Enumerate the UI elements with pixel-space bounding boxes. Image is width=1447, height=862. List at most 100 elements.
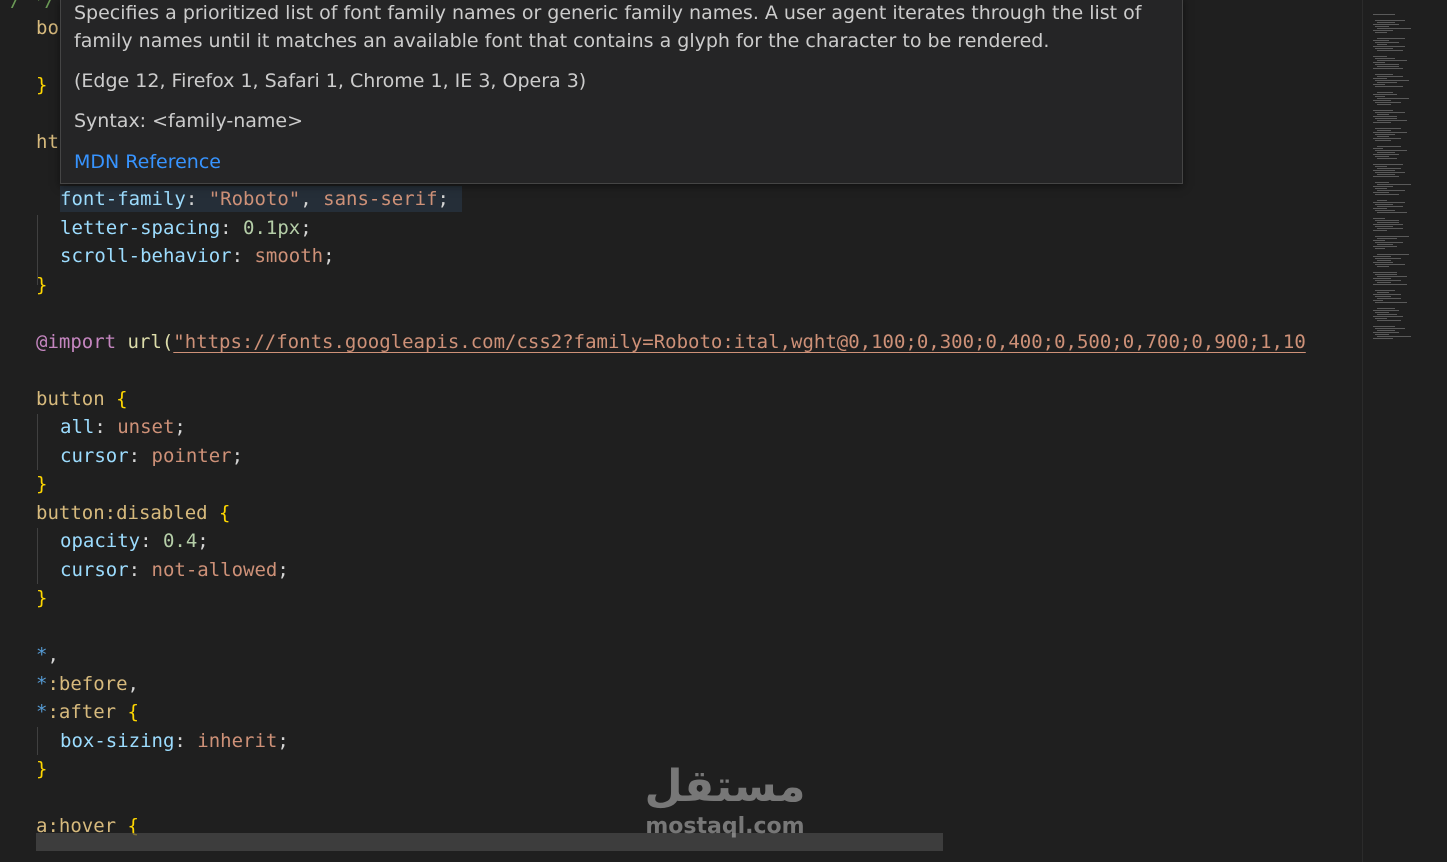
- minimap-line: [1373, 62, 1385, 63]
- minimap-line: [1373, 138, 1401, 139]
- code-line-button-disabled-selector[interactable]: button:disabled {: [0, 499, 231, 527]
- minimap-line: [1375, 166, 1387, 167]
- minimap-line: [1375, 188, 1387, 189]
- minimap-line: [1375, 194, 1399, 195]
- code-line-letter-spacing[interactable]: letter-spacing: 0.1px;: [0, 214, 312, 242]
- minimap-line: [1375, 204, 1393, 205]
- minimap-line: [1377, 50, 1403, 51]
- code-line-comment[interactable]: / */: [0, 0, 56, 14]
- minimap-line: [1377, 238, 1397, 239]
- code-line-all[interactable]: all: unset;: [0, 413, 186, 441]
- minimap-line: [1375, 74, 1393, 75]
- minimap-line: [1375, 80, 1409, 81]
- code-line-opacity[interactable]: opacity: 0.4;: [0, 527, 209, 555]
- minimap-line: [1373, 94, 1397, 95]
- minimap-line: [1375, 112, 1405, 113]
- minimap-line: [1373, 46, 1405, 47]
- minimap-line: [1377, 146, 1401, 147]
- code-line-button-selector[interactable]: button {: [0, 385, 128, 413]
- minimap-line: [1375, 156, 1389, 157]
- minimap-line: [1373, 40, 1389, 41]
- minimap-line: [1375, 102, 1401, 103]
- minimap-line: [1373, 240, 1385, 241]
- code-line-universal-before[interactable]: *:before,: [0, 670, 139, 698]
- minimap-line: [1377, 282, 1391, 283]
- minimap-line: [1377, 336, 1411, 337]
- code-line-body-selector[interactable]: bo: [0, 14, 59, 42]
- minimap-line: [1375, 264, 1405, 265]
- minimap-line: [1373, 122, 1391, 123]
- code-line-cursor-not-allowed[interactable]: cursor: not-allowed;: [0, 556, 289, 584]
- minimap-line: [1373, 272, 1397, 273]
- code-line-cursor-pointer[interactable]: cursor: pointer;: [0, 442, 243, 470]
- minimap-line: [1373, 208, 1387, 209]
- code-line-button-close[interactable]: }: [0, 470, 47, 498]
- minimap-line: [1377, 190, 1405, 191]
- code-line-import[interactable]: @import url("https://fonts.googleapis.co…: [0, 328, 1306, 356]
- minimap-line: [1375, 210, 1395, 211]
- minimap-line: [1373, 316, 1403, 317]
- minimap-line: [1373, 246, 1397, 247]
- minimap[interactable]: [1362, 0, 1447, 862]
- minimap-line: [1375, 318, 1387, 319]
- minimap-line: [1377, 114, 1389, 115]
- minimap-line: [1373, 132, 1407, 133]
- minimap-line: [1373, 278, 1391, 279]
- hover-tooltip: Specifies a prioritized list of font fam…: [60, 0, 1183, 184]
- minimap-line: [1377, 320, 1401, 321]
- minimap-line: [1375, 226, 1393, 227]
- minimap-line: [1377, 28, 1411, 29]
- html-selector: ht: [36, 131, 59, 153]
- minimap-line: [1377, 228, 1403, 229]
- minimap-line: [1377, 330, 1395, 331]
- minimap-line: [1377, 136, 1389, 137]
- minimap-line: [1375, 172, 1405, 173]
- minimap-line: [1377, 120, 1407, 121]
- minimap-line: [1373, 154, 1399, 155]
- minimap-line: [1373, 262, 1393, 263]
- minimap-line: [1373, 192, 1389, 193]
- minimap-line: [1377, 98, 1409, 99]
- code-line-font-family[interactable]: font-family: "Roboto", sans-serif;: [0, 185, 449, 213]
- minimap-line: [1373, 326, 1395, 327]
- minimap-line: [1375, 42, 1399, 43]
- code-line-universal-close[interactable]: }: [0, 755, 47, 783]
- minimap-line: [1373, 186, 1393, 187]
- minimap-line: [1375, 140, 1391, 141]
- minimap-line: [1373, 56, 1387, 57]
- minimap-line: [1375, 58, 1395, 59]
- minimap-line: [1375, 96, 1385, 97]
- minimap-line: [1373, 294, 1401, 295]
- minimap-line: [1375, 328, 1405, 329]
- minimap-line: [1375, 296, 1391, 297]
- minimap-line: [1375, 64, 1399, 65]
- code-line-button-disabled-close[interactable]: }: [0, 584, 47, 612]
- minimap-line: [1375, 86, 1403, 87]
- code-line-body-close[interactable]: }: [0, 71, 47, 99]
- minimap-line: [1377, 308, 1395, 309]
- minimap-line: [1373, 218, 1385, 219]
- minimap-line: [1375, 242, 1403, 243]
- minimap-line: [1373, 164, 1403, 165]
- code-line-universal-after[interactable]: *:after {: [0, 698, 139, 726]
- minimap-line: [1375, 302, 1407, 303]
- code-line-html-selector[interactable]: ht: [0, 128, 59, 156]
- minimap-line: [1373, 300, 1383, 301]
- import-url-link[interactable]: "https://fonts.googleapis.com/css2?famil…: [173, 331, 1305, 353]
- minimap-line: [1377, 104, 1391, 105]
- watermark-arabic-logo: مستقل: [644, 761, 806, 812]
- code-line-universal[interactable]: *,: [0, 641, 59, 669]
- minimap-line: [1375, 220, 1399, 221]
- watermark-latin-logo: mostaql.com: [645, 814, 805, 839]
- minimap-line: [1373, 78, 1387, 79]
- mdn-reference-link[interactable]: MDN Reference: [74, 148, 221, 176]
- minimap-line: [1375, 236, 1409, 237]
- minimap-line: [1377, 168, 1401, 169]
- code-line-box-sizing[interactable]: box-sizing: inherit;: [0, 727, 289, 755]
- code-line-scroll-behavior[interactable]: scroll-behavior: smooth;: [0, 242, 335, 270]
- minimap-line: [1373, 116, 1397, 117]
- minimap-line: [1377, 184, 1411, 185]
- minimap-line: [1377, 200, 1387, 201]
- code-line-html-close[interactable]: }: [0, 271, 47, 299]
- minimap-line: [1377, 130, 1391, 131]
